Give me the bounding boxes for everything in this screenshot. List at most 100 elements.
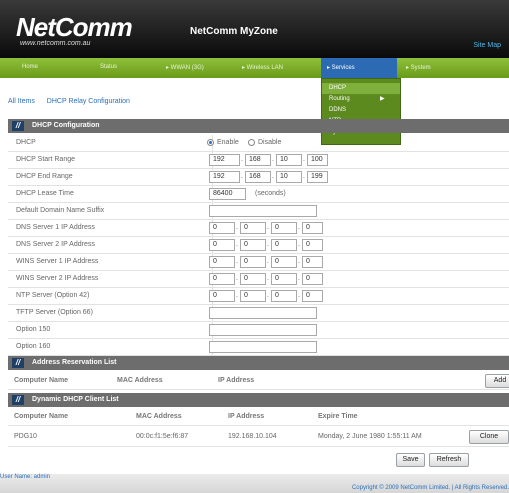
dns2-label: DNS Server 2 IP Address [16, 241, 95, 248]
ip-dot: . [236, 275, 238, 282]
dns1-octet-4[interactable]: 0 [302, 222, 323, 234]
start-ip-octet-3[interactable]: 10 [276, 154, 302, 166]
ip-dot: . [298, 292, 300, 299]
ntp-octet-4[interactable]: 0 [302, 290, 323, 302]
menu-item-routing[interactable]: Routing ▶ [322, 94, 400, 105]
client-ip: 192.168.10.104 [228, 433, 277, 440]
dns1-row: DNS Server 1 IP Address 0 . 0 . 0 . 0 [8, 220, 509, 237]
col-expire-time: Expire Time [318, 413, 358, 420]
end-ip-octet-3[interactable]: 10 [276, 171, 302, 183]
dns2-octet-4[interactable]: 0 [302, 239, 323, 251]
option160-input[interactable] [209, 341, 317, 353]
ip-dot: . [236, 224, 238, 231]
wins2-octet-2[interactable]: 0 [240, 273, 266, 285]
ntp-octet-3[interactable]: 0 [271, 290, 297, 302]
ip-dot: . [236, 292, 238, 299]
start-ip-octet-2[interactable]: 168 [245, 154, 271, 166]
dns1-octet-2[interactable]: 0 [240, 222, 266, 234]
wins1-row: WINS Server 1 IP Address 0 . 0 . 0 . 0 [8, 254, 509, 271]
option160-label: Option 160 [16, 343, 51, 350]
nav-status[interactable]: Status [100, 64, 117, 70]
tftp-input[interactable] [209, 307, 317, 319]
start-ip-octet-1[interactable]: 192 [209, 154, 240, 166]
wins2-octet-1[interactable]: 0 [209, 273, 235, 285]
col-mac-address: MAC Address [136, 413, 182, 420]
col-computer-name: Computer Name [14, 377, 69, 384]
dhcp-end-label: DHCP End Range [16, 173, 73, 180]
wins1-octet-3[interactable]: 0 [271, 256, 297, 268]
ip-dot: . [272, 156, 274, 163]
clone-button[interactable]: Clone [469, 430, 509, 444]
refresh-button[interactable]: Refresh [429, 453, 469, 467]
nav-wwan[interactable]: ▸ WWAN (3G) [166, 64, 204, 71]
option150-input[interactable] [209, 324, 317, 336]
lease-time-input[interactable]: 86400 [209, 188, 246, 200]
ntp-octet-1[interactable]: 0 [209, 290, 235, 302]
save-button[interactable]: Save [396, 453, 425, 467]
dns2-row: DNS Server 2 IP Address 0 . 0 . 0 . 0 [8, 237, 509, 254]
dns2-octet-2[interactable]: 0 [240, 239, 266, 251]
option150-label: Option 150 [16, 326, 51, 333]
end-ip-octet-1[interactable]: 192 [209, 171, 240, 183]
table-row: PDG10 00:0c:f1:5e:f6:87 192.168.10.104 M… [8, 427, 509, 447]
dhcp-start-range-row: DHCP Start Range 192 . 168 . 10 . 100 [8, 152, 509, 169]
header-bar: NetComm www.netcomm.com.au NetComm MyZon… [0, 0, 509, 58]
ip-dot: . [236, 241, 238, 248]
dns2-octet-1[interactable]: 0 [209, 239, 235, 251]
ip-dot: . [298, 224, 300, 231]
netcomm-logo[interactable]: NetComm [16, 12, 133, 43]
add-reservation-button[interactable]: Add [485, 374, 509, 388]
breadcrumb-all-items[interactable]: All Items [8, 98, 35, 105]
app-title: NetComm MyZone [190, 26, 278, 37]
nav-wireless-lan[interactable]: ▸ Wireless LAN [242, 64, 283, 71]
col-ip-address: IP Address [218, 377, 255, 384]
ntp-octet-2[interactable]: 0 [240, 290, 266, 302]
wins2-octet-3[interactable]: 0 [271, 273, 297, 285]
col-mac-address: MAC Address [117, 377, 163, 384]
dns1-octet-1[interactable]: 0 [209, 222, 235, 234]
reservation-header-row: Computer Name MAC Address IP Address Add [8, 372, 509, 390]
ip-dot: . [298, 241, 300, 248]
clients-section-header: // Dynamic DHCP Client List [8, 393, 509, 407]
dhcp-disable-radio[interactable] [248, 139, 255, 146]
lease-unit-label: (seconds) [255, 190, 286, 197]
domain-suffix-input[interactable] [209, 205, 317, 217]
nav-system[interactable]: ▸ System [406, 64, 431, 71]
ip-dot: . [267, 224, 269, 231]
tftp-label: TFTP Server (Option 66) [16, 309, 93, 316]
dhcp-lease-label: DHCP Lease Time [16, 190, 74, 197]
end-ip-octet-4[interactable]: 199 [307, 171, 328, 183]
client-mac: 00:0c:f1:5e:f6:87 [136, 433, 189, 440]
col-computer-name: Computer Name [14, 413, 69, 420]
copyright-text: Copyright © 2009 NetComm Limited. | All … [351, 485, 509, 491]
client-name: PDG10 [14, 433, 37, 440]
dhcp-disable-label: Disable [258, 139, 282, 146]
wins1-octet-2[interactable]: 0 [240, 256, 266, 268]
wins1-octet-1[interactable]: 0 [209, 256, 235, 268]
dhcp-enable-radio[interactable] [207, 139, 214, 146]
wins2-octet-4[interactable]: 0 [302, 273, 323, 285]
logo-url: www.netcomm.com.au [20, 40, 91, 47]
wins1-octet-4[interactable]: 0 [302, 256, 323, 268]
dns1-octet-3[interactable]: 0 [271, 222, 297, 234]
ip-dot: . [267, 258, 269, 265]
reservation-section-header: // Address Reservation List [8, 356, 509, 370]
nav-home[interactable]: Home [22, 64, 38, 70]
col-ip-address: IP Address [228, 413, 265, 420]
ip-dot: . [236, 258, 238, 265]
breadcrumb-current[interactable]: DHCP Relay Configuration [47, 98, 130, 105]
domain-suffix-row: Default Domain Name Suffix [8, 203, 509, 220]
menu-item-ddns[interactable]: DDNS [322, 105, 400, 116]
nav-services[interactable]: ▸ Services [321, 58, 397, 78]
domain-suffix-label: Default Domain Name Suffix [16, 207, 105, 214]
dns2-octet-3[interactable]: 0 [271, 239, 297, 251]
ip-dot: . [303, 156, 305, 163]
menu-item-dhcp[interactable]: DHCP [322, 83, 400, 94]
wins2-row: WINS Server 2 IP Address 0 . 0 . 0 . 0 [8, 271, 509, 288]
ip-dot: . [298, 275, 300, 282]
option160-row: Option 160 [8, 339, 509, 356]
site-map-link[interactable]: Site Map [473, 42, 501, 49]
section-slash-icon: // [12, 121, 24, 131]
start-ip-octet-4[interactable]: 100 [307, 154, 328, 166]
end-ip-octet-2[interactable]: 168 [245, 171, 271, 183]
